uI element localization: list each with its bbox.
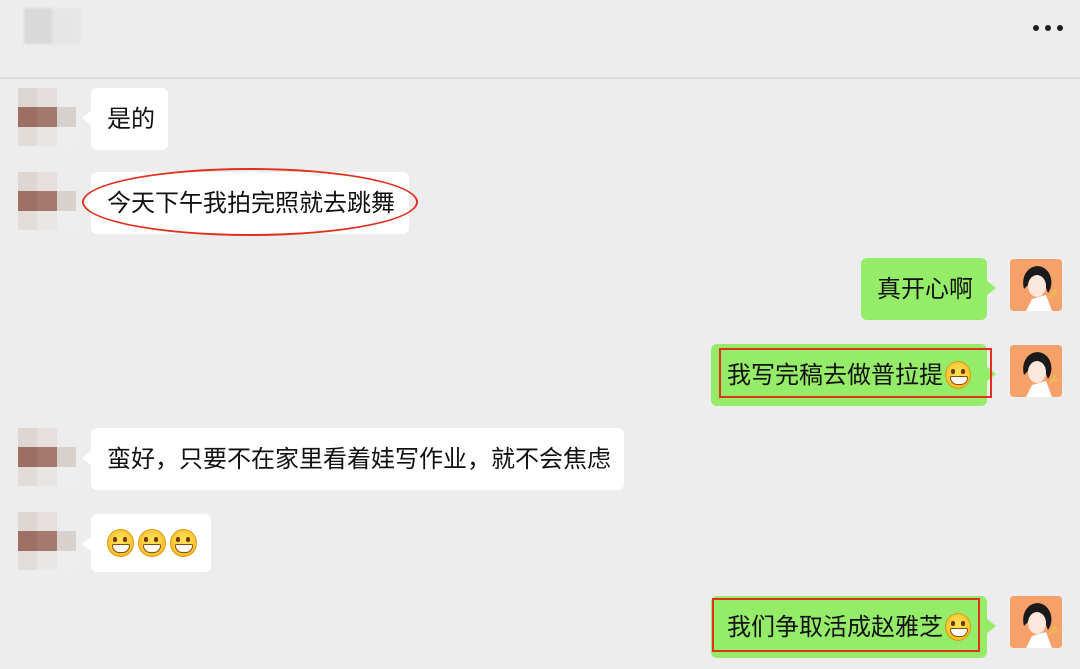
grinning-emoji-icon (169, 529, 197, 557)
chat-header (0, 0, 1080, 79)
contact-avatar[interactable] (18, 512, 76, 570)
self-avatar[interactable] (1010, 345, 1062, 397)
message-bubble[interactable] (82, 514, 211, 572)
more-icon[interactable] (1028, 18, 1068, 38)
message-bubble[interactable]: 今天下午我拍完照就去跳舞 (82, 172, 409, 234)
message-text: 今天下午我拍完照就去跳舞 (107, 189, 395, 217)
grinning-emoji-icon (945, 613, 971, 641)
contact-avatar[interactable] (18, 172, 76, 230)
message-bubble[interactable]: 真开心啊 (861, 258, 996, 320)
chat-title-blurred (24, 8, 80, 44)
message-bubble[interactable]: 我们争取活成赵雅芝 (711, 596, 996, 658)
message-text: 我写完稿去做普拉提 (727, 361, 943, 389)
message-bubble[interactable]: 我写完稿去做普拉提 (711, 344, 996, 406)
grinning-emoji-icon (138, 529, 166, 557)
message-text: 我们争取活成赵雅芝 (727, 613, 943, 641)
message-text: 是的 (107, 105, 155, 133)
message-text: 蛮好，只要不在家里看着娃写作业，就不会焦虑 (107, 445, 611, 473)
dot (1045, 25, 1051, 31)
message-bubble[interactable]: 蛮好，只要不在家里看着娃写作业，就不会焦虑 (82, 428, 624, 490)
self-avatar[interactable] (1010, 259, 1062, 311)
grinning-emoji-icon (945, 361, 971, 389)
message-bubble[interactable]: 是的 (82, 88, 168, 150)
message-text: 真开心啊 (877, 275, 973, 303)
dot (1033, 25, 1039, 31)
self-avatar[interactable] (1010, 596, 1062, 648)
grinning-emoji-icon (107, 529, 135, 557)
contact-avatar[interactable] (18, 428, 76, 486)
dot (1057, 25, 1063, 31)
contact-avatar[interactable] (18, 88, 76, 146)
